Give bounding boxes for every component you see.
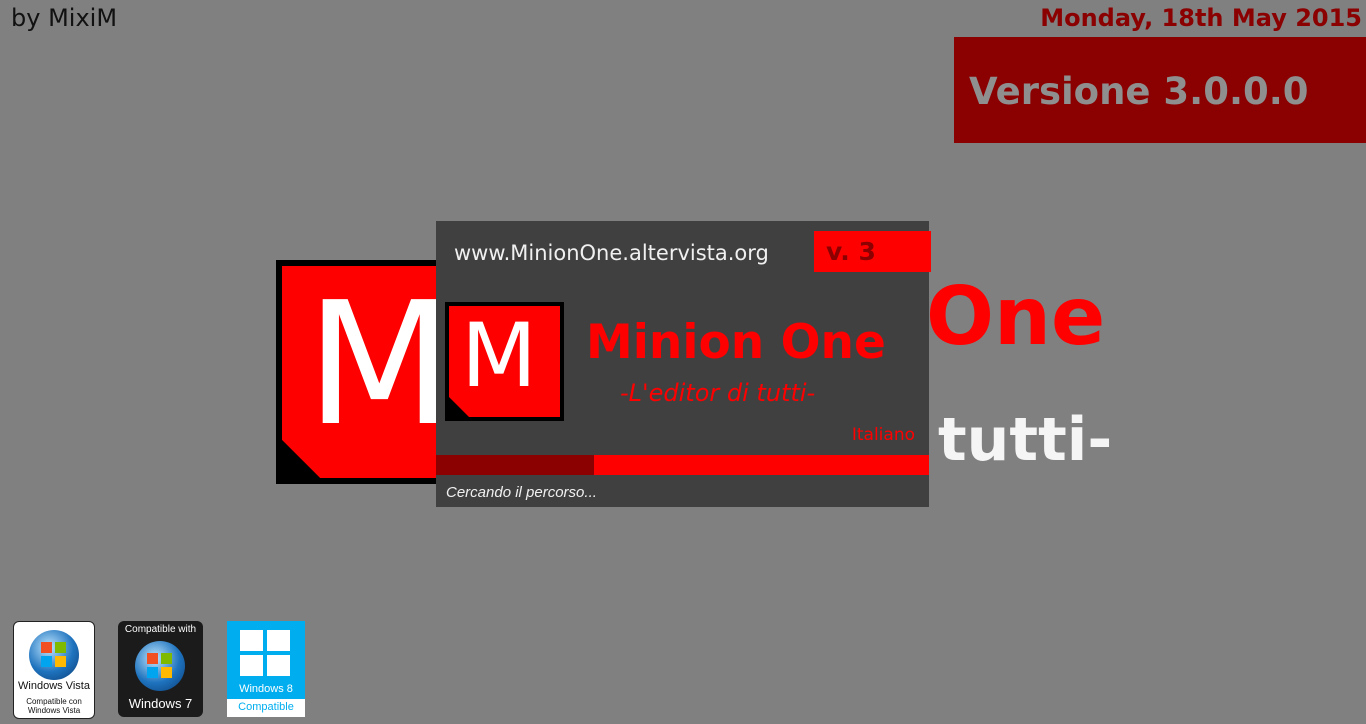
loading-status: Cercando il percorso... xyxy=(446,484,597,501)
language-label: Italiano xyxy=(851,425,915,445)
windows-orb-icon xyxy=(29,630,79,680)
app-logo-letter: M xyxy=(461,304,537,407)
win8-badge-label: Windows 8 xyxy=(239,683,293,695)
version-panel: Versione 3.0.0.0 xyxy=(954,37,1366,143)
website-url: www.MinionOne.altervista.org xyxy=(454,241,769,265)
win7-badge-label: Windows 7 xyxy=(128,696,193,711)
author-credit: by MixiM xyxy=(11,4,118,32)
date-label: Monday, 18th May 2015 xyxy=(1040,4,1362,32)
version-badge: v. 3 xyxy=(814,231,931,272)
win7-badge-top: Compatible with xyxy=(124,624,197,635)
vista-badge-sublabel: Compatible con Windows Vista xyxy=(26,697,82,715)
windows-7-badge: Compatible with Windows 7 xyxy=(118,621,203,717)
version-badge-label: v. 3 xyxy=(826,237,876,266)
windows-8-logo-icon xyxy=(240,630,290,676)
app-subtitle: -L'editor di tutti- xyxy=(620,379,816,407)
windows-flag-icon xyxy=(135,641,185,691)
background-subtitle: tutti- xyxy=(938,405,1113,475)
windows-8-badge: Windows 8 Compatible xyxy=(227,621,305,717)
app-title: Minion One xyxy=(586,315,886,370)
loading-progress-bar xyxy=(436,455,929,475)
loading-progress-fill xyxy=(436,455,594,475)
windows-vista-badge: Windows Vista Compatible con Windows Vis… xyxy=(13,621,95,719)
version-label: Versione 3.0.0.0 xyxy=(969,70,1309,113)
background-logo-letter: M xyxy=(306,266,453,464)
vista-badge-label: Windows Vista xyxy=(18,680,90,692)
splash-window: www.MinionOne.altervista.org v. 3 M Mini… xyxy=(436,221,931,507)
win8-badge-sublabel: Compatible xyxy=(238,701,294,713)
app-logo: M xyxy=(445,302,564,421)
background-title: One xyxy=(926,270,1106,363)
